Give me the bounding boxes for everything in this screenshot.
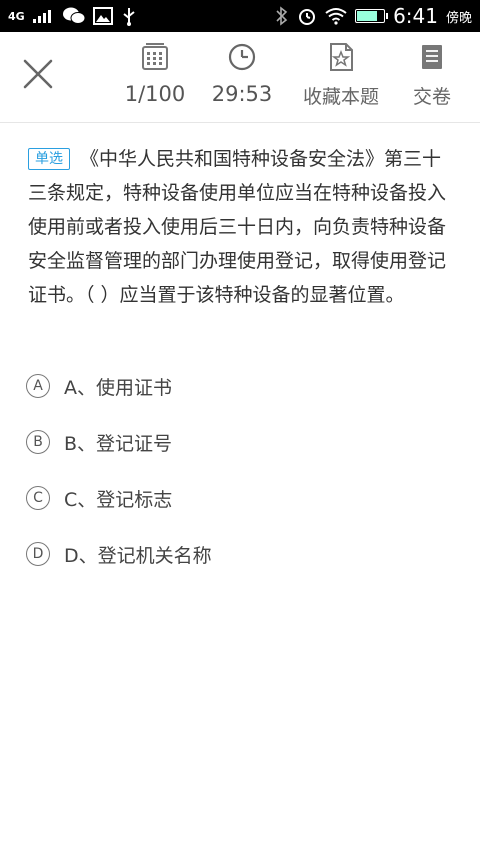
star-document-icon [330,43,353,71]
bluetooth-off-icon [276,6,288,26]
option-d[interactable]: D D、登记机关名称 [26,526,456,582]
status-time: 6:41 [393,4,438,28]
question-text-block: 单选 《中华人民共和国特种设备安全法》第三十三条规定，特种设备使用单位应当在特种设… [28,142,458,312]
clock-icon [228,43,256,71]
close-icon [23,59,53,89]
battery-level [357,11,378,21]
exam-toolbar: 1/100 29:53 收藏本题 交卷 [0,32,480,123]
submit-button[interactable]: 交卷 [387,42,477,112]
wifi-icon [325,8,347,25]
submit-document-icon [422,45,442,69]
option-b-radio[interactable]: B [26,430,50,454]
gallery-icon [92,7,113,25]
wechat-icon [62,7,85,24]
usb-icon [123,8,135,26]
question-grid-button[interactable]: 1/100 [110,42,200,112]
progress-label: 1/100 [124,82,186,106]
signal-icon [32,10,51,23]
status-bar-left: 4G [0,6,145,26]
timer-label: 29:53 [211,82,273,106]
favorite-label: 收藏本题 [302,86,379,108]
option-c-radio[interactable]: C [26,486,50,510]
option-d-text: D、登记机关名称 [64,544,212,567]
battery-icon [355,9,389,23]
network-type: 4G [8,9,25,23]
submit-label: 交卷 [412,86,451,108]
option-b[interactable]: B B、登记证号 [26,414,456,470]
close-button[interactable] [14,50,62,98]
favorite-button[interactable]: 收藏本题 [296,42,386,112]
option-c-text: C、登记标志 [64,488,173,511]
status-bar-right: 6:41 傍晚 [267,4,480,28]
option-d-radio[interactable]: D [26,542,50,566]
answer-options: A A、使用证书 B B、登记证号 C C、登记标志 D D、登记机关名称 [26,358,456,582]
question-text: 《中华人民共和国特种设备安全法》第三十三条规定，特种设备使用单位应当在特种设备投… [28,148,447,306]
option-b-text: B、登记证号 [64,432,173,455]
option-a-radio[interactable]: A [26,374,50,398]
status-bar: 4G 6:41 傍晚 [0,0,480,32]
option-a-text: A、使用证书 [64,376,172,399]
alarm-icon [299,9,316,25]
timer: 29:53 [197,42,287,112]
option-c[interactable]: C C、登记标志 [26,470,456,526]
question-grid-icon [142,43,168,70]
option-a[interactable]: A A、使用证书 [26,358,456,414]
question-type-badge: 单选 [28,148,70,170]
status-ampm: 傍晚 [445,10,472,26]
